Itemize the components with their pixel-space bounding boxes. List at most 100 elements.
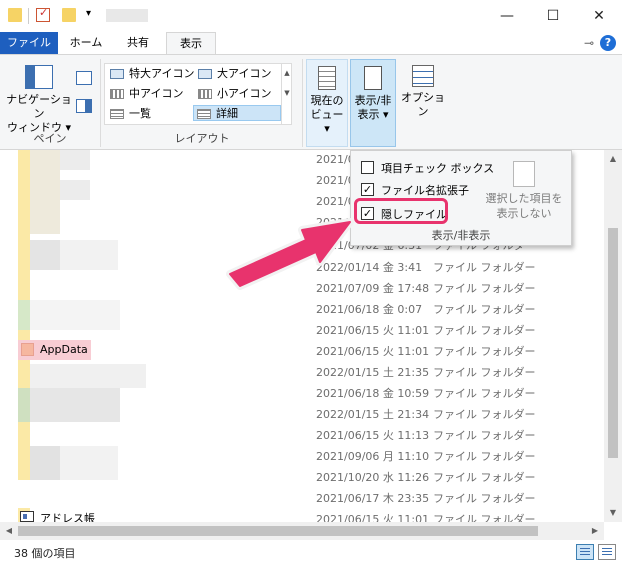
- date-modified: 2021/0: [316, 195, 355, 208]
- annotation-arrow: [226, 218, 354, 290]
- file-type: ファイル フォルダー: [433, 345, 536, 358]
- vertical-scrollbar[interactable]: ▲ ▼: [604, 150, 622, 522]
- window-title-blurred: [106, 9, 148, 22]
- customize-quick-access-icon[interactable]: ▾: [86, 8, 91, 19]
- hide-selected-label-2: 表示しない: [496, 207, 552, 220]
- tab-view[interactable]: 表示: [166, 32, 216, 54]
- date-modified: 2022/01/15 土 21:35: [316, 366, 430, 379]
- help-icon[interactable]: ?: [600, 35, 616, 51]
- show-hide-button[interactable]: 表示/非 表示 ▾: [350, 59, 396, 147]
- date-modified: 2021/06/15 火 11:01: [316, 324, 430, 337]
- navigation-pane-icon: [25, 65, 53, 89]
- table-row[interactable]: 2022/01/15 土 21:34 ファイル フォルダー: [0, 403, 604, 424]
- appdata-label: AppData: [40, 343, 88, 356]
- show-hide-label-1: 表示/非: [354, 94, 392, 107]
- table-row[interactable]: 2021/06/17 木 23:35 ファイル フォルダー: [0, 487, 604, 508]
- layout-small-icons[interactable]: 小アイコン: [195, 86, 271, 102]
- layout-item-label: 小アイコン: [217, 87, 272, 100]
- options-icon: [412, 65, 434, 87]
- small-icons-icon: [198, 89, 212, 99]
- scroll-thumb[interactable]: [18, 526, 538, 536]
- options-button[interactable]: オプション: [398, 65, 448, 119]
- ribbon-view: ナビゲーション ウィンドウ ▾ ペイン 特大アイコン 大アイコン 中アイコン 小…: [0, 54, 622, 150]
- layout-list[interactable]: 一覧: [107, 106, 151, 122]
- date-modified: 2021/06/17 木 23:35: [316, 492, 430, 505]
- tab-file[interactable]: ファイル: [0, 32, 58, 54]
- show-hide-label-2: 表示 ▾: [357, 108, 389, 121]
- folder-icon: [8, 8, 22, 22]
- current-view-label-1: 現在の: [310, 94, 344, 107]
- table-row[interactable]: 2021/06/15 火 11:01 ファイル フォルダー: [0, 319, 604, 340]
- file-type: ファイル フォルダー: [433, 303, 536, 316]
- quick-access-separator: [28, 8, 29, 24]
- date-modified: 2021/0: [316, 174, 355, 187]
- current-view-button[interactable]: 現在の ビュー ▾: [306, 59, 348, 147]
- date-modified: 2022/01/15 土 21:34: [316, 408, 430, 421]
- scroll-right-icon[interactable]: ▶: [586, 522, 604, 540]
- scroll-left-icon[interactable]: ◀: [0, 522, 18, 540]
- pin-ribbon-icon[interactable]: ⊸: [584, 36, 594, 50]
- ribbon-separator: [100, 59, 101, 147]
- layout-details[interactable]: 詳細: [193, 105, 281, 121]
- file-type: ファイル フォルダー: [433, 366, 536, 379]
- date-modified: 2021/06/15 火 11:01: [316, 345, 430, 358]
- file-type: ファイル フォルダー: [433, 408, 536, 421]
- file-type: ファイル フォルダー: [433, 450, 536, 463]
- layout-item-label: 特大アイコン: [129, 67, 195, 80]
- navigation-pane-button[interactable]: ナビゲーション ウィンドウ ▾: [6, 65, 72, 135]
- date-modified: 2021/10/20 水 11:26: [316, 471, 430, 484]
- new-folder-icon[interactable]: [62, 8, 76, 22]
- horizontal-scrollbar[interactable]: ◀ ▶: [0, 522, 604, 540]
- layout-gallery: 特大アイコン 大アイコン 中アイコン 小アイコン 一覧 詳細: [104, 63, 292, 125]
- scroll-down-icon[interactable]: ▼: [604, 504, 622, 522]
- file-type: ファイル フォルダー: [433, 387, 536, 400]
- layout-gallery-scroll[interactable]: ▲ ▼: [281, 63, 292, 125]
- current-view-icon: [318, 66, 336, 90]
- table-row[interactable]: 2022/01/15 土 21:35 ファイル フォルダー: [0, 361, 604, 382]
- table-row[interactable]: 2021/06/15 火 11:13 ファイル フォルダー: [0, 424, 604, 445]
- checkbox-checked-icon[interactable]: ✓: [361, 183, 374, 196]
- details-pane-icon[interactable]: [76, 99, 92, 113]
- file-type: ファイル フォルダー: [433, 324, 536, 337]
- tab-home[interactable]: ホーム: [62, 32, 110, 54]
- layout-item-label: 大アイコン: [217, 67, 272, 80]
- title-bar: ▾ — ☐ ✕: [0, 0, 622, 32]
- date-modified: 2021/06/15 火 11:01: [316, 513, 430, 522]
- date-modified: 2021/06/18 金 0:07: [316, 303, 423, 316]
- details-view-icon[interactable]: [576, 544, 594, 560]
- tab-share[interactable]: 共有: [114, 32, 162, 54]
- maximize-button[interactable]: ☐: [530, 0, 576, 32]
- layout-medium-icons[interactable]: 中アイコン: [107, 86, 183, 102]
- table-row[interactable]: 2021/06/18 金 10:59 ファイル フォルダー: [0, 382, 604, 403]
- show-hide-group-label: 表示/非表示: [431, 229, 491, 242]
- table-row[interactable]: 2021/09/06 月 11:10 ファイル フォルダー: [0, 445, 604, 466]
- table-row[interactable]: 2021/06/18 金 0:07 ファイル フォルダー: [0, 298, 604, 319]
- large-icons-view-icon[interactable]: [598, 544, 616, 560]
- file-type: ファイル フォルダー: [433, 261, 536, 274]
- scroll-thumb[interactable]: [608, 228, 618, 458]
- address-book-icon: [20, 511, 34, 522]
- properties-icon[interactable]: [36, 6, 50, 22]
- close-button[interactable]: ✕: [576, 0, 622, 32]
- item-count: 38 個の項目: [14, 547, 76, 560]
- appdata-item[interactable]: AppData: [18, 340, 91, 360]
- minimize-button[interactable]: —: [484, 0, 530, 32]
- preview-pane-icon[interactable]: [76, 71, 92, 85]
- layout-extra-large-icons[interactable]: 特大アイコン: [107, 66, 194, 82]
- layout-large-icons[interactable]: 大アイコン: [195, 66, 271, 82]
- current-view-label-2: ビュー ▾: [310, 108, 344, 135]
- file-type: ファイル フォルダー: [433, 513, 536, 522]
- navigation-pane-label-1: ナビゲーション: [6, 93, 72, 120]
- ribbon-separator: [302, 59, 303, 147]
- option-label: ファイル名拡張子: [381, 184, 469, 197]
- table-row[interactable]: 2021/10/20 水 11:26 ファイル フォルダー: [0, 466, 604, 487]
- scroll-up-icon[interactable]: ▲: [604, 150, 622, 168]
- details-icon: [197, 109, 211, 119]
- layout-item-label: 詳細: [216, 107, 238, 120]
- hide-selected-items-button[interactable]: 選択した項目を 表示しない: [479, 161, 569, 221]
- address-book-label: アドレス帳: [40, 512, 95, 522]
- date-modified: 2021/06/18 金 10:59: [316, 387, 430, 400]
- checkbox-unchecked-icon[interactable]: [361, 161, 374, 174]
- large-icons-icon: [198, 69, 212, 79]
- layout-item-label: 一覧: [129, 107, 151, 120]
